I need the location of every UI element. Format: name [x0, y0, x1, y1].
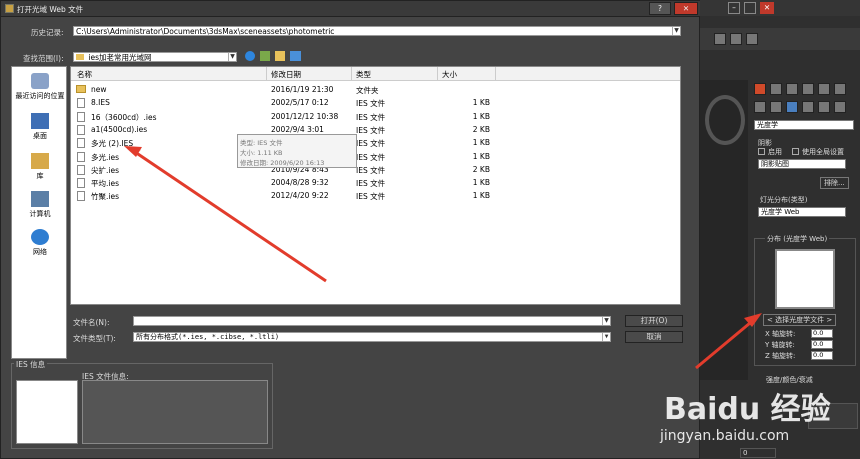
arrow-to-file-line	[131, 148, 327, 283]
arrow-to-button-line	[695, 316, 757, 370]
annotation-arrows	[124, 146, 762, 370]
